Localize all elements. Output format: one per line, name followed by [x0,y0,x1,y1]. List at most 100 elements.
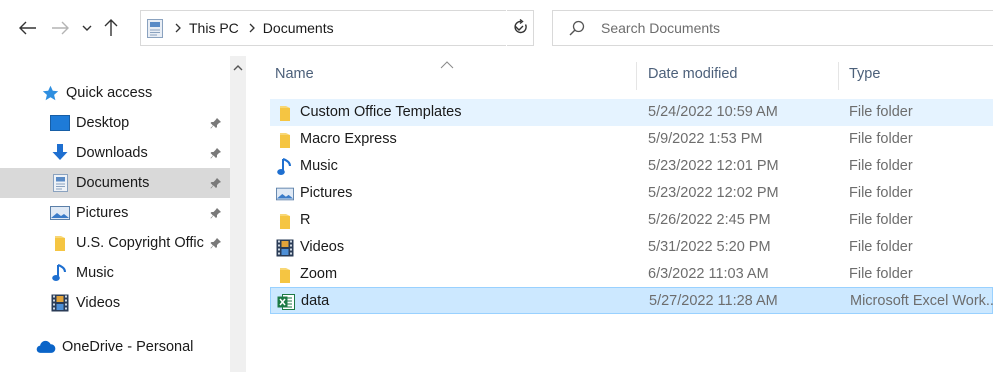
file-date-modified: 5/26/2022 2:45 PM [648,212,771,228]
file-name: Videos [300,239,345,255]
file-name: Zoom [300,266,338,282]
column-header-type[interactable]: Type [849,56,880,92]
breadcrumb-this-pc[interactable]: This PC [189,20,239,36]
back-arrow-icon [19,21,37,35]
chevron-down-icon [82,25,92,31]
file-row-r[interactable]: R 5/26/2022 2:45 PM File folder [270,207,993,234]
file-name: Pictures [300,185,353,201]
forward-arrow-icon [51,21,69,35]
file-name: R [300,212,311,228]
nav-item-quick-access[interactable]: Quick access [0,78,230,108]
nav-item-music[interactable]: Music [0,258,230,288]
column-divider[interactable] [636,62,637,90]
cloud-icon [36,338,56,356]
pin-icon[interactable] [210,116,222,132]
navigation-pane: Quick access Desktop Downloads Documents [0,56,246,372]
pin-icon[interactable] [210,176,222,192]
pin-icon[interactable] [210,146,222,162]
nav-item-pictures[interactable]: Pictures [0,198,230,228]
up-arrow-icon [104,19,118,37]
file-type: File folder [849,212,913,228]
file-date-modified: 5/9/2022 1:53 PM [648,131,763,147]
file-type: File folder [849,239,913,255]
nav-item-label: Quick access [66,85,153,101]
file-row-pictures[interactable]: Pictures 5/23/2022 12:02 PM File folder [270,180,993,207]
pin-icon[interactable] [210,236,222,252]
navigation-scrollbar[interactable] [230,56,246,372]
desktop-icon [50,114,70,132]
search-icon [569,20,585,36]
recent-locations-button[interactable] [80,15,94,41]
nav-item-label: OneDrive - Personal [62,339,194,355]
file-type: File folder [849,104,913,120]
nav-item-us-copyright-office[interactable]: U.S. Copyright Offic [0,228,230,258]
download-arrow-icon [50,144,70,162]
file-name: Music [300,158,338,174]
file-date-modified: 5/24/2022 10:59 AM [648,104,778,120]
nav-item-downloads[interactable]: Downloads [0,138,230,168]
nav-item-documents[interactable]: Documents [0,168,230,198]
file-date-modified: 5/31/2022 5:20 PM [648,239,771,255]
file-type: File folder [849,131,913,147]
folder-icon [50,234,70,252]
documents-icon [147,18,165,38]
folder-icon [276,104,294,122]
folder-icon [276,212,294,230]
column-header-name[interactable]: Name [275,56,314,92]
file-row-music[interactable]: Music 5/23/2022 12:01 PM File folder [270,153,993,180]
file-row-zoom[interactable]: Zoom 6/3/2022 11:03 AM File folder [270,261,993,288]
up-button[interactable] [100,15,122,41]
folder-icon [276,266,294,284]
pictures-icon [276,185,294,203]
search-input[interactable] [601,20,961,36]
pictures-icon [50,204,70,222]
nav-item-label: Pictures [76,205,129,221]
navigation-toolbar: This PC Documents [0,0,993,56]
nav-item-label: U.S. Copyright Offic [76,235,204,251]
file-type: File folder [849,266,913,282]
nav-item-label: Videos [76,295,121,311]
file-type: File folder [849,185,913,201]
nav-item-onedrive[interactable]: OneDrive - Personal [0,332,230,362]
file-type: Microsoft Excel Work... [850,293,993,309]
folder-icon [276,131,294,149]
file-row-custom-office-templates[interactable]: Custom Office Templates 5/24/2022 10:59 … [270,99,993,126]
nav-item-label: Music [76,265,114,281]
videos-icon [50,294,70,312]
file-name: data [301,293,330,309]
nav-item-videos[interactable]: Videos [0,288,230,318]
sort-ascending-icon [440,56,454,72]
forward-button[interactable] [48,15,72,41]
nav-item-label: Documents [76,175,150,191]
videos-icon [276,239,294,257]
pin-icon[interactable] [210,206,222,222]
star-icon [40,84,60,102]
file-date-modified: 5/23/2022 12:01 PM [648,158,779,174]
file-row-data[interactable]: data 5/27/2022 11:28 AM Microsoft Excel … [270,287,993,314]
file-date-modified: 6/3/2022 11:03 AM [648,266,769,282]
file-row-videos[interactable]: Videos 5/31/2022 5:20 PM File folder [270,234,993,261]
excel-file-icon [277,293,295,311]
nav-item-desktop[interactable]: Desktop [0,108,230,138]
column-header-date-modified[interactable]: Date modified [648,56,737,92]
refresh-icon [513,18,528,38]
refresh-button[interactable] [506,10,534,46]
column-divider[interactable] [838,62,839,90]
music-note-icon [276,158,294,176]
search-box[interactable] [552,10,993,46]
address-bar[interactable]: This PC Documents [140,10,534,46]
nav-item-label: Desktop [76,115,130,131]
scroll-up-icon[interactable] [230,60,246,76]
file-date-modified: 5/23/2022 12:02 PM [648,185,779,201]
music-note-icon [50,264,70,282]
breadcrumb-documents[interactable]: Documents [263,20,334,36]
documents-icon [50,174,70,192]
file-type: File folder [849,158,913,174]
breadcrumb-separator-icon [249,23,255,33]
file-name: Macro Express [300,131,397,147]
breadcrumb-separator-icon [175,23,181,33]
file-name: Custom Office Templates [300,104,462,120]
back-button[interactable] [16,15,40,41]
file-date-modified: 5/27/2022 11:28 AM [649,293,778,309]
file-row-macro-express[interactable]: Macro Express 5/9/2022 1:53 PM File fold… [270,126,993,153]
